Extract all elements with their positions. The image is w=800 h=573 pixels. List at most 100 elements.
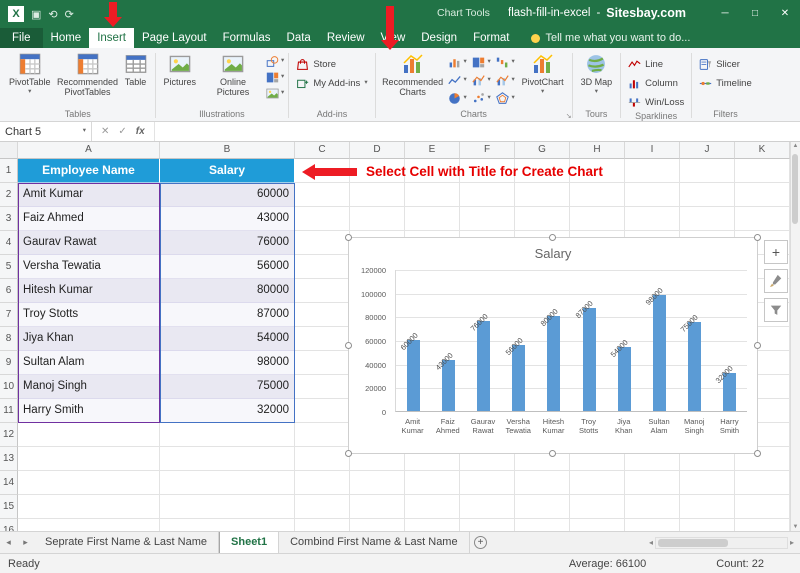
cell-F16[interactable] [460, 519, 515, 531]
screenshot-button[interactable]: ▾ [266, 87, 284, 100]
cell-H2[interactable] [570, 183, 625, 207]
cell-A13[interactable] [18, 447, 160, 471]
cell-G15[interactable] [515, 495, 570, 519]
cell-H3[interactable] [570, 207, 625, 231]
cell-C14[interactable] [295, 471, 350, 495]
cell-C11[interactable] [295, 399, 350, 423]
tab-page-layout[interactable]: Page Layout [134, 28, 215, 48]
cell-K3[interactable] [735, 207, 790, 231]
cell-F3[interactable] [460, 207, 515, 231]
cell-E15[interactable] [405, 495, 460, 519]
horizontal-scroll-thumb[interactable] [658, 539, 728, 547]
cell-B2[interactable]: 60000 [160, 183, 295, 207]
row-header-16[interactable]: 16 [0, 519, 18, 531]
cell-A5[interactable]: Versha Tewatia [18, 255, 160, 279]
scroll-up-icon[interactable]: ▲ [791, 143, 800, 149]
table-button[interactable]: Table [121, 50, 151, 87]
cell-F2[interactable] [460, 183, 515, 207]
chart-title[interactable]: Salary [349, 246, 757, 261]
cancel-icon[interactable]: ✕ [101, 126, 109, 137]
row-header-10[interactable]: 10 [0, 375, 18, 399]
cell-A12[interactable] [18, 423, 160, 447]
cell-B8[interactable]: 54000 [160, 327, 295, 351]
cell-A10[interactable]: Manoj Singh [18, 375, 160, 399]
cell-A15[interactable] [18, 495, 160, 519]
cell-C7[interactable] [295, 303, 350, 327]
chart-handle[interactable] [754, 450, 761, 457]
cell-J1[interactable] [680, 159, 735, 183]
cell-B10[interactable]: 75000 [160, 375, 295, 399]
bar-manoj-singh[interactable] [688, 322, 701, 411]
sheet-nav-left-icon[interactable]: ◂ [0, 532, 17, 553]
cell-H14[interactable] [570, 471, 625, 495]
redo-icon[interactable]: ⟳ [65, 8, 74, 21]
sparkline-line-button[interactable]: Line [625, 57, 687, 72]
pivottable-button[interactable]: PivotTable ▾ [5, 50, 55, 96]
pivotchart-button[interactable]: PivotChart ▾ [518, 50, 568, 96]
tab-design[interactable]: Design [413, 28, 465, 48]
column-header-g[interactable]: G [515, 142, 570, 159]
cell-C13[interactable] [295, 447, 350, 471]
cell-E2[interactable] [405, 183, 460, 207]
cell-F14[interactable] [460, 471, 515, 495]
row-header-7[interactable]: 7 [0, 303, 18, 327]
cell-B11[interactable]: 32000 [160, 399, 295, 423]
cell-A16[interactable] [18, 519, 160, 531]
restore-button[interactable]: □ [740, 0, 770, 28]
cell-K14[interactable] [735, 471, 790, 495]
minimize-button[interactable]: ─ [710, 0, 740, 28]
chart-handle[interactable] [754, 342, 761, 349]
vertical-scrollbar[interactable]: ▲ ▼ [790, 142, 800, 531]
bar-sultan-alam[interactable] [653, 295, 666, 411]
cell-H15[interactable] [570, 495, 625, 519]
my-addins-button[interactable]: My Add-ins ▾ [293, 76, 370, 91]
chart-type-combo-button[interactable]: ▾ [494, 74, 518, 87]
row-header-3[interactable]: 3 [0, 207, 18, 231]
bar-versha-tewatia[interactable] [512, 345, 525, 411]
bar-gaurav-rawat[interactable] [477, 321, 490, 411]
scroll-right-icon[interactable]: ▸ [790, 538, 794, 547]
cell-A14[interactable] [18, 471, 160, 495]
cell-F15[interactable] [460, 495, 515, 519]
chart-handle[interactable] [549, 450, 556, 457]
row-header-9[interactable]: 9 [0, 351, 18, 375]
tab-data[interactable]: Data [279, 28, 319, 48]
cell-B4[interactable]: 76000 [160, 231, 295, 255]
chart-type-scatter-button[interactable]: ▾ [470, 92, 494, 105]
cell-C5[interactable] [295, 255, 350, 279]
chart-filters-button[interactable] [764, 298, 788, 322]
cell-C6[interactable] [295, 279, 350, 303]
tab-home[interactable]: Home [43, 28, 90, 48]
sheet-nav-right-icon[interactable]: ▸ [17, 532, 34, 553]
cell-I3[interactable] [625, 207, 680, 231]
cell-C12[interactable] [295, 423, 350, 447]
formula-input[interactable] [155, 122, 800, 141]
save-icon[interactable]: ▣ [31, 8, 41, 21]
enter-icon[interactable]: ✓ [118, 126, 126, 137]
cell-J14[interactable] [680, 471, 735, 495]
column-header-f[interactable]: F [460, 142, 515, 159]
cell-E3[interactable] [405, 207, 460, 231]
column-header-c[interactable]: C [295, 142, 350, 159]
tab-review[interactable]: Review [319, 28, 373, 48]
sparkline-column-button[interactable]: Column [625, 76, 687, 91]
cell-K2[interactable] [735, 183, 790, 207]
column-header-i[interactable]: I [625, 142, 680, 159]
cell-J2[interactable] [680, 183, 735, 207]
chart-handle[interactable] [754, 234, 761, 241]
cell-E16[interactable] [405, 519, 460, 531]
tab-insert[interactable]: Insert [89, 28, 134, 48]
row-header-2[interactable]: 2 [0, 183, 18, 207]
vertical-scroll-thumb[interactable] [792, 154, 798, 224]
cell-A6[interactable]: Hitesh Kumar [18, 279, 160, 303]
cell-B1[interactable]: Salary [160, 159, 295, 183]
cell-D3[interactable] [350, 207, 405, 231]
column-header-d[interactable]: D [350, 142, 405, 159]
cell-B9[interactable]: 98000 [160, 351, 295, 375]
cell-B5[interactable]: 56000 [160, 255, 295, 279]
cell-G16[interactable] [515, 519, 570, 531]
chart-type-column-button[interactable]: ▾ [446, 56, 470, 69]
cell-J3[interactable] [680, 207, 735, 231]
cell-E14[interactable] [405, 471, 460, 495]
slicer-button[interactable]: Slicer [696, 57, 755, 72]
